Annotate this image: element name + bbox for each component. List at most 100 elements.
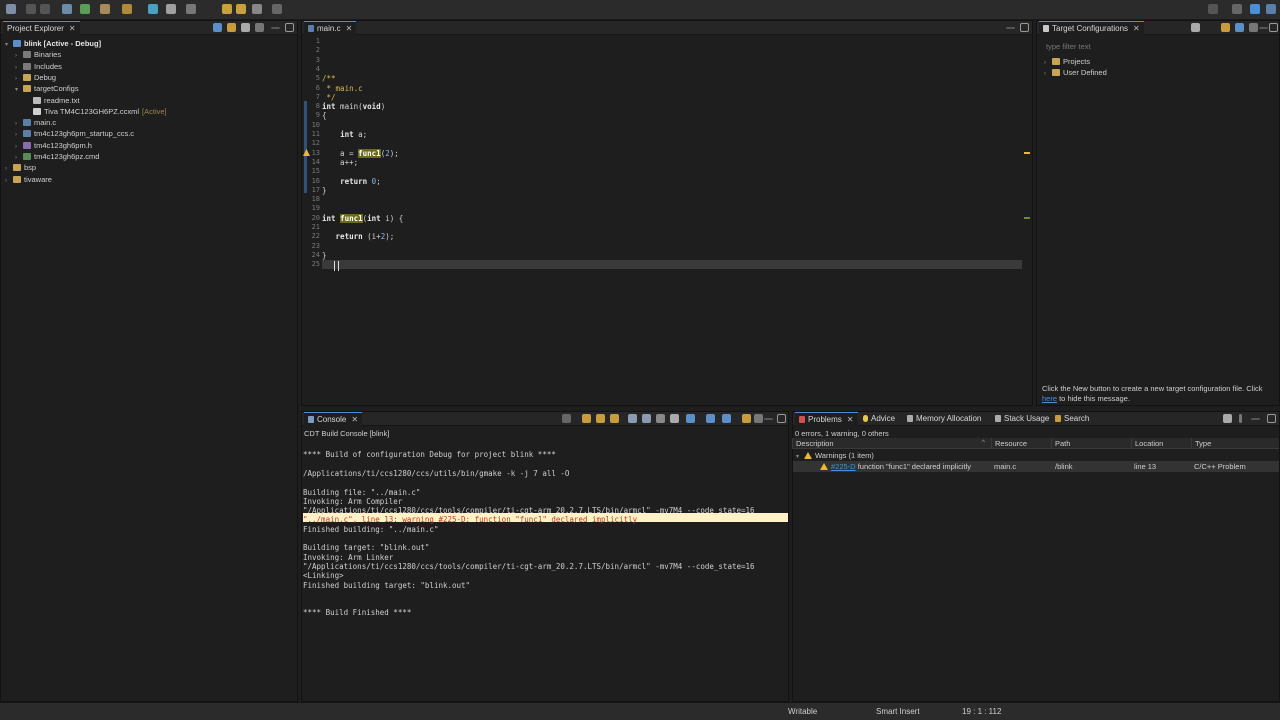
word-wrap-icon[interactable] — [656, 414, 665, 423]
tree-item[interactable]: › tm4c123gh6pm.h — [15, 140, 92, 151]
tab-memory-allocation[interactable]: Memory Allocation — [903, 412, 985, 426]
terminate-icon[interactable] — [562, 414, 571, 423]
code-line[interactable]: a++; — [322, 158, 358, 167]
console-menu-icon[interactable] — [722, 414, 731, 423]
tree-item[interactable]: ▾ blink [Active - Debug] — [5, 38, 101, 49]
tree-item[interactable]: › Includes — [15, 61, 62, 72]
perspective-debug-icon[interactable] — [1266, 4, 1276, 14]
save-icon[interactable] — [26, 4, 36, 14]
maximize-icon[interactable] — [1269, 23, 1278, 32]
code-line[interactable]: return 0; — [322, 177, 381, 186]
view-menu-icon[interactable] — [754, 414, 763, 423]
next-error-icon[interactable] — [582, 414, 591, 423]
link-icon[interactable] — [1221, 23, 1230, 32]
close-icon[interactable]: ✕ — [1133, 24, 1140, 33]
tab-advice[interactable]: Advice — [859, 412, 899, 426]
target-item-projects[interactable]: › Projects — [1044, 56, 1090, 67]
filter-icon[interactable] — [1223, 414, 1232, 423]
code-line[interactable]: { — [322, 111, 327, 120]
hammer-icon[interactable] — [100, 4, 110, 14]
minimize-icon[interactable] — [271, 27, 280, 29]
run-icon[interactable] — [148, 4, 158, 14]
column-type[interactable]: Type — [1191, 438, 1211, 449]
save-all-icon[interactable] — [40, 4, 50, 14]
column-resource[interactable]: Resource — [991, 438, 1027, 449]
maximize-icon[interactable] — [777, 414, 786, 423]
column-location[interactable]: Location — [1131, 438, 1163, 449]
expand-arrow-icon[interactable]: ▾ — [5, 40, 13, 51]
minimize-icon[interactable] — [1251, 418, 1260, 420]
display-console-icon[interactable] — [686, 414, 695, 423]
tree-item[interactable]: › Binaries — [15, 49, 61, 60]
tab-console[interactable]: Console ✕ — [304, 412, 363, 426]
tab-project-explorer[interactable]: Project Explorer ✕ — [3, 21, 80, 35]
code-line[interactable]: int a; — [322, 130, 367, 139]
tree-item[interactable]: › tm4c123gh6pz.cmd — [15, 151, 99, 162]
link-editor-icon[interactable] — [227, 23, 236, 32]
search-global-icon[interactable] — [1208, 4, 1218, 14]
maximize-icon[interactable] — [1020, 23, 1029, 32]
target-filter-input[interactable]: type filter text — [1046, 42, 1091, 51]
filter-icon[interactable] — [241, 23, 250, 32]
build-icon[interactable] — [62, 4, 72, 14]
tab-main-c[interactable]: main.c ✕ — [304, 21, 357, 35]
debug-icon[interactable] — [80, 4, 90, 14]
minimize-icon[interactable] — [1259, 27, 1268, 29]
minimize-icon[interactable] — [1006, 27, 1015, 29]
view-menu-icon[interactable] — [255, 23, 264, 32]
tools-icon[interactable] — [122, 4, 132, 14]
tab-problems[interactable]: Problems ✕ — [795, 412, 858, 426]
hide-message-link[interactable]: here — [1042, 394, 1057, 403]
warnings-group[interactable]: ▾ Warnings (1 item) — [796, 450, 874, 461]
close-icon[interactable]: ✕ — [847, 415, 854, 424]
nav-back-icon[interactable] — [252, 4, 262, 14]
code-line[interactable]: } — [322, 251, 327, 260]
target-item-user-defined[interactable]: › User Defined — [1044, 67, 1107, 78]
open-console-icon[interactable] — [742, 414, 751, 423]
expand-arrow-icon[interactable]: ▾ — [15, 85, 23, 96]
code-line[interactable]: */ — [322, 93, 336, 102]
minimize-icon[interactable] — [764, 418, 773, 420]
code-line[interactable]: /** — [322, 74, 336, 83]
forward-icon[interactable] — [236, 4, 246, 14]
collapse-all-icon[interactable] — [213, 23, 222, 32]
pen-icon[interactable] — [166, 4, 176, 14]
tree-item[interactable]: › tm4c123gh6pm_startup_ccs.c — [15, 128, 134, 139]
code-line[interactable]: int main(void) — [322, 102, 385, 111]
open-file-icon[interactable] — [610, 414, 619, 423]
pin-console-icon[interactable] — [670, 414, 679, 423]
view-menu-icon[interactable] — [1239, 414, 1242, 423]
expand-arrow-icon[interactable]: › — [5, 176, 13, 187]
console-line[interactable]: "../main.c", line 13: warning #225-D: fu… — [303, 515, 637, 524]
new-config-icon[interactable] — [1191, 23, 1200, 32]
close-icon[interactable]: ✕ — [346, 24, 353, 33]
code-line[interactable]: * main.c — [322, 84, 363, 93]
tree-item[interactable]: readme.txt — [25, 95, 79, 106]
back-icon[interactable] — [222, 4, 232, 14]
maximize-icon[interactable] — [285, 23, 294, 32]
tab-search[interactable]: Search — [1051, 412, 1093, 426]
nav-forward-icon[interactable] — [272, 4, 282, 14]
code-line[interactable]: a = func1(2); — [322, 148, 399, 158]
tab-target-configurations[interactable]: Target Configurations ✕ — [1039, 21, 1144, 35]
new-console-icon[interactable] — [706, 414, 715, 423]
view-menu-icon[interactable] — [1249, 23, 1258, 32]
tree-item[interactable]: Tiva TM4C123GH6PZ.ccxml [Active] — [25, 106, 167, 117]
tree-item[interactable]: › Debug — [15, 72, 56, 83]
perspective-ccs-icon[interactable] — [1250, 4, 1260, 14]
close-icon[interactable]: ✕ — [351, 415, 358, 424]
collapse-icon[interactable] — [1235, 23, 1244, 32]
scroll-lock-icon[interactable] — [642, 414, 651, 423]
maximize-icon[interactable] — [1267, 414, 1276, 423]
clear-console-icon[interactable] — [628, 414, 637, 423]
problem-code-link[interactable]: #225-D — [831, 462, 856, 471]
tree-item[interactable]: › bsp — [5, 162, 36, 173]
code-line[interactable]: return (i+2); — [322, 232, 395, 241]
code-line[interactable]: } — [322, 186, 327, 195]
tab-stack-usage[interactable]: Stack Usage — [991, 412, 1053, 426]
tree-item[interactable]: › main.c — [15, 117, 56, 128]
search-toolbar-icon[interactable] — [186, 4, 196, 14]
tree-item[interactable]: ▾ targetConfigs — [15, 83, 79, 94]
overview-marker[interactable] — [1024, 217, 1030, 219]
new-icon[interactable] — [6, 4, 16, 14]
